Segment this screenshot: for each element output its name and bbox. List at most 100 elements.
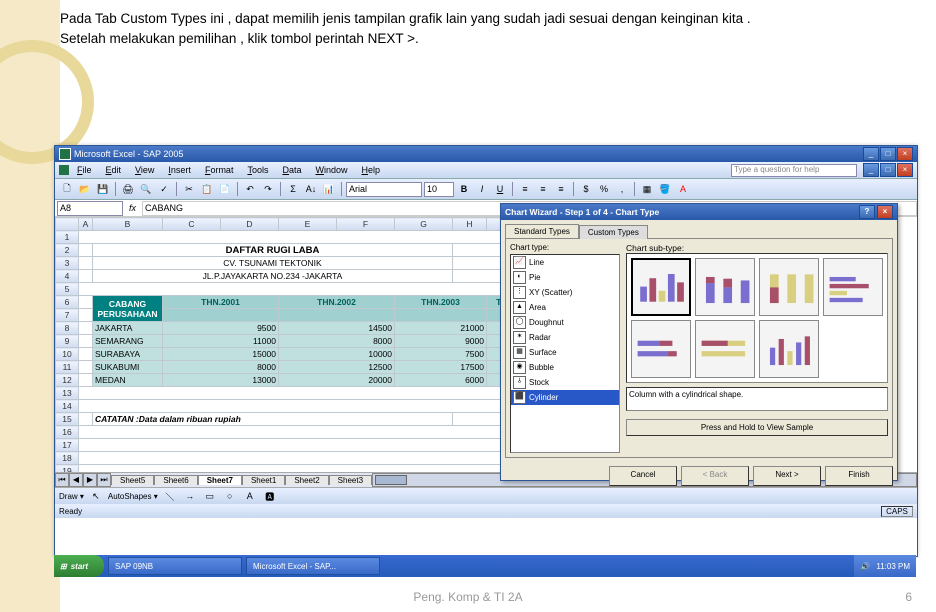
col-hdr[interactable]: H <box>453 218 487 231</box>
list-item[interactable]: 📈Line <box>511 255 619 270</box>
row-hdr[interactable]: 3 <box>56 257 79 270</box>
comma-icon[interactable]: , <box>614 181 630 197</box>
row-hdr[interactable]: 8 <box>56 322 79 335</box>
data-cell[interactable]: 13000 <box>163 374 279 387</box>
list-item[interactable]: ⋮XY (Scatter) <box>511 285 619 300</box>
open-icon[interactable]: 📂 <box>77 181 93 197</box>
data-cell[interactable]: 8000 <box>279 335 395 348</box>
list-item[interactable]: ▦Surface <box>511 345 619 360</box>
new-icon[interactable]: 🗋 <box>59 181 75 197</box>
percent-icon[interactable]: % <box>596 181 612 197</box>
border-icon[interactable]: ▦ <box>639 181 655 197</box>
menu-insert[interactable]: Insert <box>162 164 197 176</box>
undo-icon[interactable]: ↶ <box>242 181 258 197</box>
data-cell[interactable]: 8000 <box>163 361 279 374</box>
oval-icon[interactable]: ○ <box>222 488 238 504</box>
data-cell[interactable]: 17500 <box>395 361 487 374</box>
sheet-tab-active[interactable]: Sheet7 <box>198 475 242 485</box>
subtype-5[interactable] <box>631 320 691 378</box>
dialog-close-button[interactable]: × <box>877 205 893 219</box>
subtype-6[interactable] <box>695 320 755 378</box>
sum-icon[interactable]: Σ <box>285 181 301 197</box>
row-hdr[interactable]: 18 <box>56 452 79 465</box>
data-cell[interactable]: 15000 <box>163 348 279 361</box>
chart-icon[interactable]: 📊 <box>321 181 337 197</box>
system-tray[interactable]: 🔊 11:03 PM <box>854 555 916 577</box>
menu-window[interactable]: Window <box>309 164 353 176</box>
cancel-button[interactable]: Cancel <box>609 466 677 486</box>
dialog-help-button[interactable]: ? <box>859 205 875 219</box>
redo-icon[interactable]: ↷ <box>260 181 276 197</box>
bold-icon[interactable]: B <box>456 181 472 197</box>
data-cell[interactable]: 7500 <box>395 348 487 361</box>
menu-view[interactable]: View <box>129 164 160 176</box>
sheet-tab[interactable]: Sheet1 <box>242 475 285 485</box>
close-button[interactable]: × <box>897 147 913 161</box>
row-hdr[interactable]: 19 <box>56 465 79 473</box>
subtype-3[interactable] <box>759 258 819 316</box>
row-hdr[interactable]: 14 <box>56 400 79 413</box>
subtype-2[interactable] <box>695 258 755 316</box>
row-hdr[interactable]: 10 <box>56 348 79 361</box>
taskbar-item[interactable]: Microsoft Excel - SAP... <box>246 557 380 575</box>
row-hdr[interactable]: 11 <box>56 361 79 374</box>
row-hdr[interactable]: 4 <box>56 270 79 283</box>
tab-nav-first[interactable]: ⏮ <box>55 473 69 487</box>
row-hdr[interactable]: 7 <box>56 309 79 322</box>
textbox-icon[interactable]: A <box>242 488 258 504</box>
align-left-icon[interactable]: ≡ <box>517 181 533 197</box>
tab-nav-prev[interactable]: ◀ <box>69 473 83 487</box>
help-search[interactable]: Type a question for help <box>731 164 857 177</box>
row-hdr[interactable]: 1 <box>56 231 79 244</box>
sheet-tab[interactable]: Sheet5 <box>111 475 154 485</box>
tab-nav-last[interactable]: ⏭ <box>97 473 111 487</box>
row-hdr[interactable]: 5 <box>56 283 79 296</box>
data-cell[interactable]: SEMARANG <box>93 335 163 348</box>
row-hdr[interactable]: 9 <box>56 335 79 348</box>
select-icon[interactable]: ↖ <box>88 488 104 504</box>
align-right-icon[interactable]: ≡ <box>553 181 569 197</box>
row-hdr[interactable]: 6 <box>56 296 79 309</box>
col-hdr[interactable]: B <box>93 218 163 231</box>
copy-icon[interactable]: 📋 <box>199 181 215 197</box>
row-hdr[interactable]: 12 <box>56 374 79 387</box>
data-cell[interactable]: SUKABUMI <box>93 361 163 374</box>
data-cell[interactable]: SURABAYA <box>93 348 163 361</box>
sheet-tab[interactable]: Sheet2 <box>285 475 328 485</box>
maximize-button[interactable]: □ <box>880 147 896 161</box>
print-icon[interactable]: 🖨 <box>120 181 136 197</box>
font-name[interactable]: Arial <box>346 182 422 197</box>
data-cell[interactable]: MEDAN <box>93 374 163 387</box>
data-cell[interactable]: 10000 <box>279 348 395 361</box>
press-hold-sample-button[interactable]: Press and Hold to View Sample <box>626 419 888 436</box>
doc-minimize[interactable]: _ <box>863 163 879 177</box>
paste-icon[interactable]: 📄 <box>217 181 233 197</box>
list-item[interactable]: ◯Doughnut <box>511 315 619 330</box>
subtype-1[interactable] <box>631 258 691 316</box>
col-hdr[interactable]: E <box>279 218 337 231</box>
save-icon[interactable]: 💾 <box>95 181 111 197</box>
tab-nav-next[interactable]: ▶ <box>83 473 97 487</box>
data-cell[interactable]: 11000 <box>163 335 279 348</box>
col-hdr[interactable]: D <box>221 218 279 231</box>
data-cell[interactable]: 9000 <box>395 335 487 348</box>
menu-tools[interactable]: Tools <box>241 164 274 176</box>
arrow-icon[interactable]: → <box>182 488 198 504</box>
row-hdr[interactable]: 15 <box>56 413 79 426</box>
fill-icon[interactable]: 🪣 <box>657 181 673 197</box>
subtype-4[interactable] <box>823 258 883 316</box>
menu-edit[interactable]: Edit <box>100 164 128 176</box>
menu-file[interactable]: File <box>71 164 98 176</box>
list-item[interactable]: ◉Bubble <box>511 360 619 375</box>
font-size[interactable]: 10 <box>424 182 454 197</box>
row-hdr[interactable]: 17 <box>56 439 79 452</box>
spell-icon[interactable]: ✓ <box>156 181 172 197</box>
start-button[interactable]: ⊞ start <box>54 555 104 577</box>
tab-custom-types[interactable]: Custom Types <box>579 225 648 239</box>
draw-menu[interactable]: Draw ▾ <box>59 492 84 501</box>
tray-icon[interactable]: 🔊 <box>860 562 870 571</box>
data-cell[interactable]: 20000 <box>279 374 395 387</box>
list-item[interactable]: ⫰Stock <box>511 375 619 390</box>
list-item-selected[interactable]: ⬛Cylinder <box>511 390 619 405</box>
currency-icon[interactable]: $ <box>578 181 594 197</box>
